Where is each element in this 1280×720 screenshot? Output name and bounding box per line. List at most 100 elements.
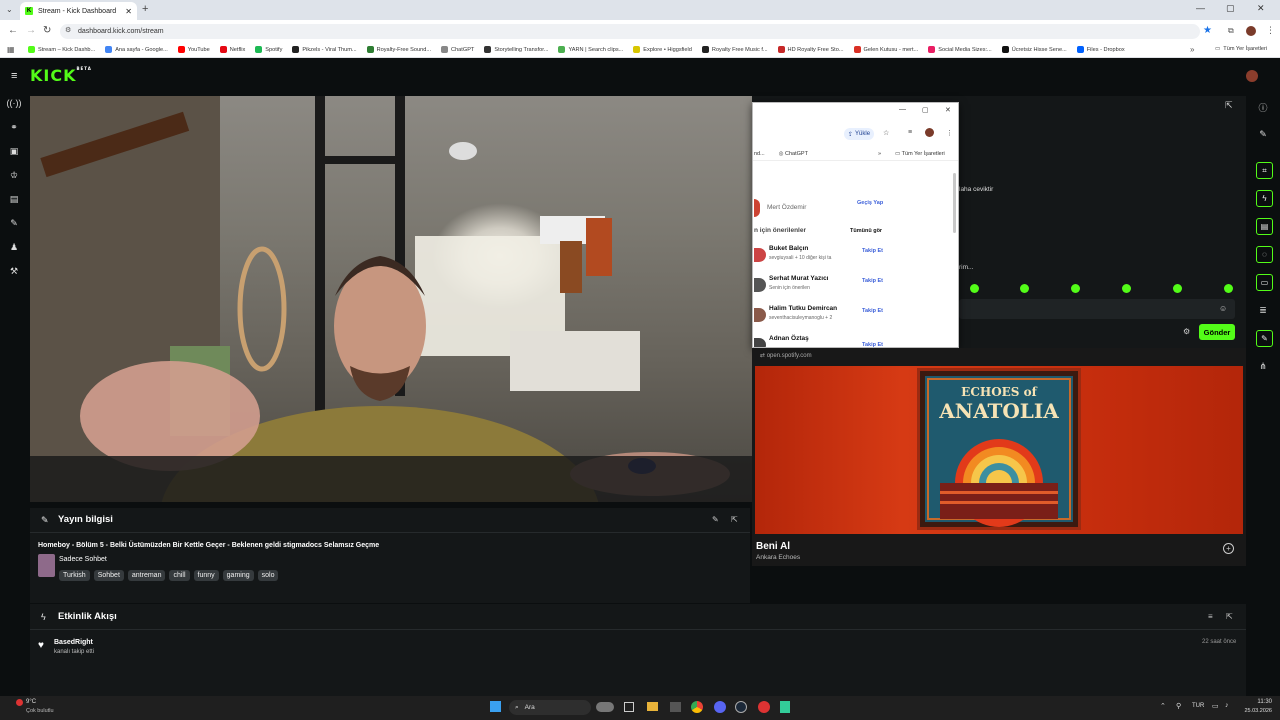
category-name[interactable]: Sadece Sohbet [59,556,107,563]
url-field[interactable]: dashboard.kick.com/stream [60,24,1200,39]
tray-overflow-icon[interactable]: ⌃ [1160,702,1166,710]
popup-all-bookmarks[interactable]: ▭ Tüm Yer İşaretleri [895,151,945,157]
weather-temp[interactable]: 9°C [26,699,36,705]
minimize-button[interactable]: — [1196,3,1205,13]
emote-icon[interactable] [1173,284,1182,293]
bookmark-item[interactable]: YouTube [177,46,210,53]
see-all-link[interactable]: Tümünü gör [850,228,882,234]
stream-video-preview[interactable] [30,96,752,502]
extensions-icon[interactable]: ⧉ [1228,26,1234,36]
weather-alert-icon[interactable] [16,699,23,706]
upload-button[interactable]: ⇪ Yükle [844,128,875,140]
file-explorer-icon[interactable] [647,702,658,711]
message-icon[interactable]: ▭ [1256,274,1273,291]
tag[interactable]: antreman [127,570,166,581]
document-icon[interactable]: ▤ [1256,218,1273,235]
suggestion-name[interactable]: Serhat Murat Yazıcı [769,275,829,282]
microphone-icon[interactable]: ⚲ [1176,702,1181,710]
forward-icon[interactable]: → [26,25,36,36]
emote-icon[interactable] [1020,284,1029,293]
bookmark-item[interactable]: ChatGPT [441,46,474,53]
popout-icon[interactable]: ⇱ [1225,100,1233,111]
add-to-library-icon[interactable]: + [1223,543,1234,554]
back-icon[interactable]: ← [8,25,18,36]
browser-tab[interactable]: K Stream - Kick Dashboard ✕ [20,2,137,20]
bookmark-item[interactable]: Ana sayfa - Google... [105,46,168,53]
stream-live-icon[interactable]: ((·)) [7,96,22,110]
hamburger-menu-icon[interactable]: ≡ [11,70,17,82]
share-icon[interactable]: ⋔ [1256,359,1270,373]
bookmark-item[interactable]: Explore • Higgsfield [633,46,692,53]
trophy-icon[interactable]: ♔ [7,168,21,182]
chat-bubble-icon[interactable]: ◌ [1256,246,1273,263]
lightning-icon[interactable]: ϟ [1256,190,1273,207]
bookmark-item[interactable]: Pikzels - Viral Thum... [292,46,357,53]
app-icon[interactable] [714,701,726,713]
switch-account-link[interactable]: Geçiş Yap [857,200,883,206]
maximize-button[interactable]: ▢ [1226,3,1235,14]
tag[interactable]: Turkish [59,570,90,581]
popout-activity-icon[interactable]: ⇱ [1226,612,1233,621]
bookmarks-overflow-icon[interactable]: » [1190,45,1194,54]
bookmark-item[interactable]: Stream – Kick Dashb... [28,46,95,53]
popup-maximize-button[interactable]: ▢ [922,106,929,114]
bookmark-item[interactable]: Storytelling Transfor... [484,46,548,53]
site-info-icon[interactable]: ⚙ [65,26,71,34]
bookmark-item[interactable]: Social Media Sizes:... [928,46,992,53]
follow-button[interactable]: Takip Et [862,278,883,284]
bookmark-item[interactable]: Files - Dropbox [1076,46,1125,53]
tag[interactable]: Sohbet [93,570,124,581]
link-icon[interactable]: ⚭ [7,120,21,134]
popup-close-button[interactable]: ✕ [945,106,951,114]
volume-icon[interactable]: ♪ [1225,702,1229,709]
send-button[interactable]: Gönder [1199,324,1235,340]
network-icon[interactable]: ▭ [1212,702,1219,710]
reload-icon[interactable]: ↻ [43,25,51,36]
popup-bookmark-trunc[interactable]: nd... [754,151,765,157]
tag[interactable]: chill [169,570,190,581]
edit-icon[interactable]: ✎ [1256,127,1270,141]
task-view-icon[interactable] [624,702,634,712]
analytics-icon[interactable]: ▣ [7,144,21,158]
app-red-icon[interactable] [758,701,770,713]
tag[interactable]: funny [193,570,219,581]
menu-dots-icon[interactable]: ⋮ [1266,25,1275,36]
bookmark-item[interactable]: Netflix [219,46,245,53]
weather-condition[interactable]: Çok bulutlu [26,708,54,714]
profile-avatar[interactable] [1246,26,1256,36]
bookmark-item[interactable]: Ücretsiz Hisse Sene... [1001,46,1067,53]
track-artist[interactable]: Ankara Echoes [756,554,800,561]
new-tab-button[interactable]: + [142,3,148,15]
popup-list-icon[interactable]: ≡ [908,129,912,136]
emote-icon[interactable] [1224,284,1233,293]
suggestion-name[interactable]: Halim Tutku Demircan [769,305,837,312]
emote-icon[interactable] [970,284,979,293]
all-bookmarks[interactable]: ▭ Tüm Yer İşaretleri [1215,46,1267,52]
popout-stream-info-icon[interactable]: ⇱ [731,515,738,524]
apps-grid-icon[interactable]: ▦ [7,45,15,54]
bookmark-item[interactable]: HD Royalty Free Sto... [777,46,844,53]
clock-time[interactable]: 11:30 [1242,699,1272,705]
chrome-icon[interactable] [691,701,703,713]
info-icon[interactable]: ⓘ [1256,100,1270,114]
popup-scrollbar[interactable] [953,173,956,233]
emote-icon[interactable] [1122,284,1131,293]
tag[interactable]: gaming [222,570,254,581]
stack-icon[interactable]: ≣ [1256,303,1270,317]
chat-input[interactable] [959,299,1235,319]
wrench-icon[interactable]: ✎ [7,216,21,230]
edit-stream-icon[interactable]: ✎ [712,515,719,524]
suggestion-name[interactable]: Buket Balçın [769,245,808,252]
popup-profile-avatar[interactable] [925,128,934,137]
close-window-button[interactable]: ✕ [1257,3,1265,14]
clip-icon[interactable]: ⌗ [1256,162,1273,179]
tools-icon[interactable]: ⚒ [7,264,21,278]
bookmark-item[interactable]: Royalty-Free Sound... [366,46,431,53]
taskbar-search[interactable]: ⌕ Ara [509,700,591,715]
monitor-icon[interactable]: ▤ [7,192,21,206]
bookmark-item[interactable]: Spotify [255,46,282,53]
event-username[interactable]: BasedRight [54,639,93,646]
tab-list-icon[interactable]: ⌄ [6,5,13,14]
follow-button[interactable]: Takip Et [862,308,883,314]
tag[interactable]: solo [257,570,279,581]
